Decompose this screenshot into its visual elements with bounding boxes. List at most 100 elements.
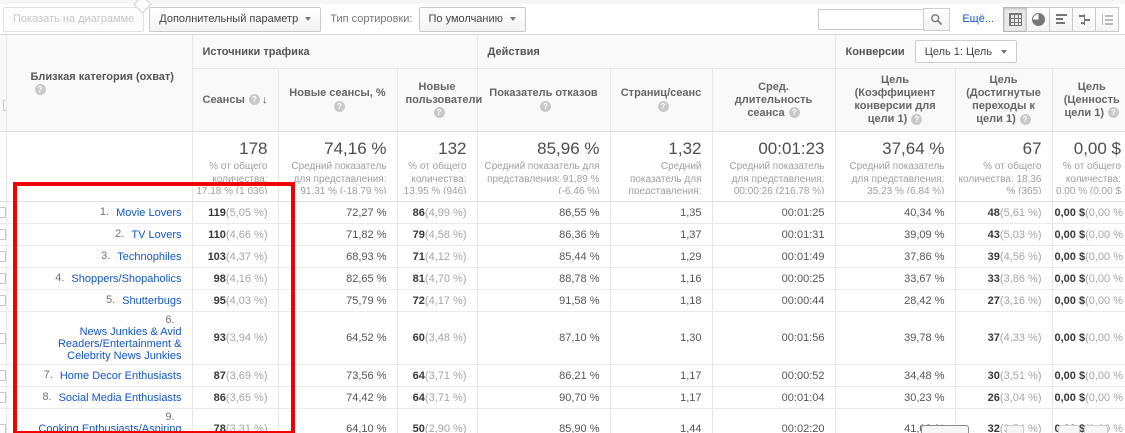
goal-value-cell: 0,00 $(0,00 % [1051,223,1125,246]
column-header-goal-completions[interactable]: Цель (Достигнутые переходы к цели 1)? [954,68,1052,132]
sort-descending-icon: ↓ [262,93,268,106]
summary-value: 1,32 [668,139,702,158]
category-link[interactable]: Cooking Enthusiasts/Aspiring Chefs [34,423,181,433]
pagination-fragment[interactable] [1058,425,1080,433]
search-button[interactable] [923,7,951,31]
pages-cell: 1,16 [609,267,712,290]
comparison-view-button[interactable] [1072,6,1096,32]
new-sessions-cell: 71,82 % [277,223,397,246]
table-row: 6.News Junkies & Avid Readers/Entertainm… [0,311,1125,365]
help-icon[interactable]: ? [1019,113,1031,125]
duration-cell: 00:00:52 [711,364,835,387]
help-icon[interactable]: ? [788,107,800,119]
pagination-fragment[interactable] [921,425,969,433]
category-link[interactable]: News Junkies & Avid Readers/Entertainmen… [34,326,182,362]
completions-cell: 30(3,51 %) [954,364,1052,387]
category-link[interactable]: Shoppers/Shopaholics [71,273,181,285]
column-header-category[interactable]: Близкая категория (охват)? [6,35,192,132]
duration-header-label: Сред. длительность сеанса [734,80,813,119]
goal-value-cell: 0,00 $(0,00 % [1051,364,1125,387]
category-cell: 1. Movie Lovers [6,201,192,224]
row-rank: 7. [43,369,53,382]
category-cell: 9.Cooking Enthusiasts/Aspiring Chefs [6,408,192,433]
view-switcher [1003,6,1119,32]
category-cell: 5. Shutterbugs [6,289,192,312]
column-header-pages-per-session[interactable]: Страниц/сеанс? [609,68,712,132]
summary-note: Средний показатель для представления: 91… [291,161,387,194]
help-icon[interactable]: ? [1107,107,1119,119]
column-header-new-users[interactable]: Новые пользователи? [396,68,482,132]
completions-cell: 37(4,33 %) [954,311,1052,365]
conv-rate-cell: 39,78 % [834,311,955,365]
conv-rate-cell: 39,09 % [834,223,955,246]
conv-rate-cell: 33,67 % [834,267,955,290]
column-header-sessions[interactable]: Сеансы? ↓ [191,68,278,132]
summary-row: 178 % от общего количества: 17,18 % (1 0… [0,131,1125,202]
new-sessions-cell: 74,42 % [277,386,397,409]
goal-selector-button[interactable]: Цель 1: Цель [914,40,1018,63]
completions-cell: 43(5,03 %) [954,223,1052,246]
goal-value-cell: 0,00 $(0,00 % [1051,201,1125,224]
group-header-behavior: Действия [476,35,835,69]
secondary-dimension-label: Дополнительный параметр [159,13,299,25]
summary-conv-rate: 37,64 % Средний показатель для представл… [834,131,955,202]
sessions-cell: 119(5,05 %) [191,201,278,224]
table-row: 3. Technophiles 103(4,37 %) 68,93 % 71(4,… [0,245,1125,268]
comparison-icon [1078,13,1090,25]
help-icon[interactable]: ? [657,100,669,112]
category-link[interactable]: Shutterbugs [122,295,181,307]
pivot-view-button[interactable] [1095,6,1119,32]
advanced-filter-link[interactable]: Ещё... [962,13,994,25]
summary-note: % от общего количества: 18,36 % (365) [958,161,1042,194]
new-sessions-cell: 72,27 % [277,201,397,224]
row-rank: 4. [55,272,65,285]
sessions-cell: 78(3,31 %) [191,408,278,433]
bounce-cell: 91,58 % [476,289,610,312]
help-icon[interactable]: ? [540,100,551,112]
new-sessions-cell: 68,93 % [277,245,397,268]
category-header-label: Близкая категория (охват) [30,71,174,83]
new-users-cell: 64(3,71 %) [396,386,477,409]
help-icon[interactable]: ? [433,107,445,119]
search-input[interactable] [818,8,924,30]
category-link[interactable]: Social Media Enthusiasts [59,392,182,404]
category-link[interactable]: TV Lovers [131,229,181,241]
summary-value: 85,96 % [537,139,600,158]
table-row: 7. Home Decor Enthusiasts 87(3,69 %) 73,5… [0,364,1125,387]
column-header-avg-duration[interactable]: Сред. длительность сеанса? [711,68,835,132]
help-icon[interactable]: ? [248,94,260,106]
table-view-button[interactable] [1003,6,1027,32]
column-header-bounce-rate[interactable]: Показатель отказов? [476,68,610,132]
percentage-view-button[interactable] [1026,6,1050,32]
bounce-cell: 87,10 % [476,311,610,365]
summary-value: 74,16 % [324,139,387,158]
sessions-cell: 86(3,65 %) [191,386,278,409]
bounce-header-label: Показатель отказов [489,87,598,99]
help-icon[interactable]: ? [334,100,345,112]
category-cell: 3. Technophiles [6,245,192,268]
pagination-fragment[interactable] [1006,425,1024,433]
column-header-new-sessions[interactable]: Новые сеансы, %? [277,68,397,132]
pie-chart-icon [1031,12,1045,26]
new-sessions-cell: 64,10 % [277,408,397,433]
help-icon[interactable]: ? [911,113,923,125]
pages-cell: 1,29 [609,245,712,268]
category-link[interactable]: Home Decor Enthusiasts [60,370,182,382]
bounce-cell: 90,70 % [476,386,610,409]
duration-cell: 00:01:25 [711,201,835,224]
help-icon[interactable]: ? [34,83,46,95]
pagination-fragment[interactable] [1084,425,1108,433]
summary-note: Средний показатель для представления: 91… [484,161,600,194]
bounce-cell: 86,21 % [476,364,610,387]
goal-value-cell: 0,00 $(0,00 % [1051,386,1125,409]
column-header-goal-value[interactable]: Цель (Ценность цели 1)? [1051,68,1125,132]
column-header-goal-conversion-rate[interactable]: Цель (Коэффициент конверсии для цели 1)? [834,68,955,132]
category-link[interactable]: Technophiles [117,251,181,263]
bounce-cell: 85,90 % [476,408,610,433]
new-sessions-cell: 64,52 % [277,311,397,365]
performance-view-button[interactable] [1049,6,1073,32]
category-link[interactable]: Movie Lovers [116,207,181,219]
summary-new-sessions: 74,16 % Средний показатель для представл… [277,131,397,202]
secondary-dimension-button[interactable]: Дополнительный параметр [149,6,322,32]
sort-type-button[interactable]: По умолчанию [418,6,526,32]
